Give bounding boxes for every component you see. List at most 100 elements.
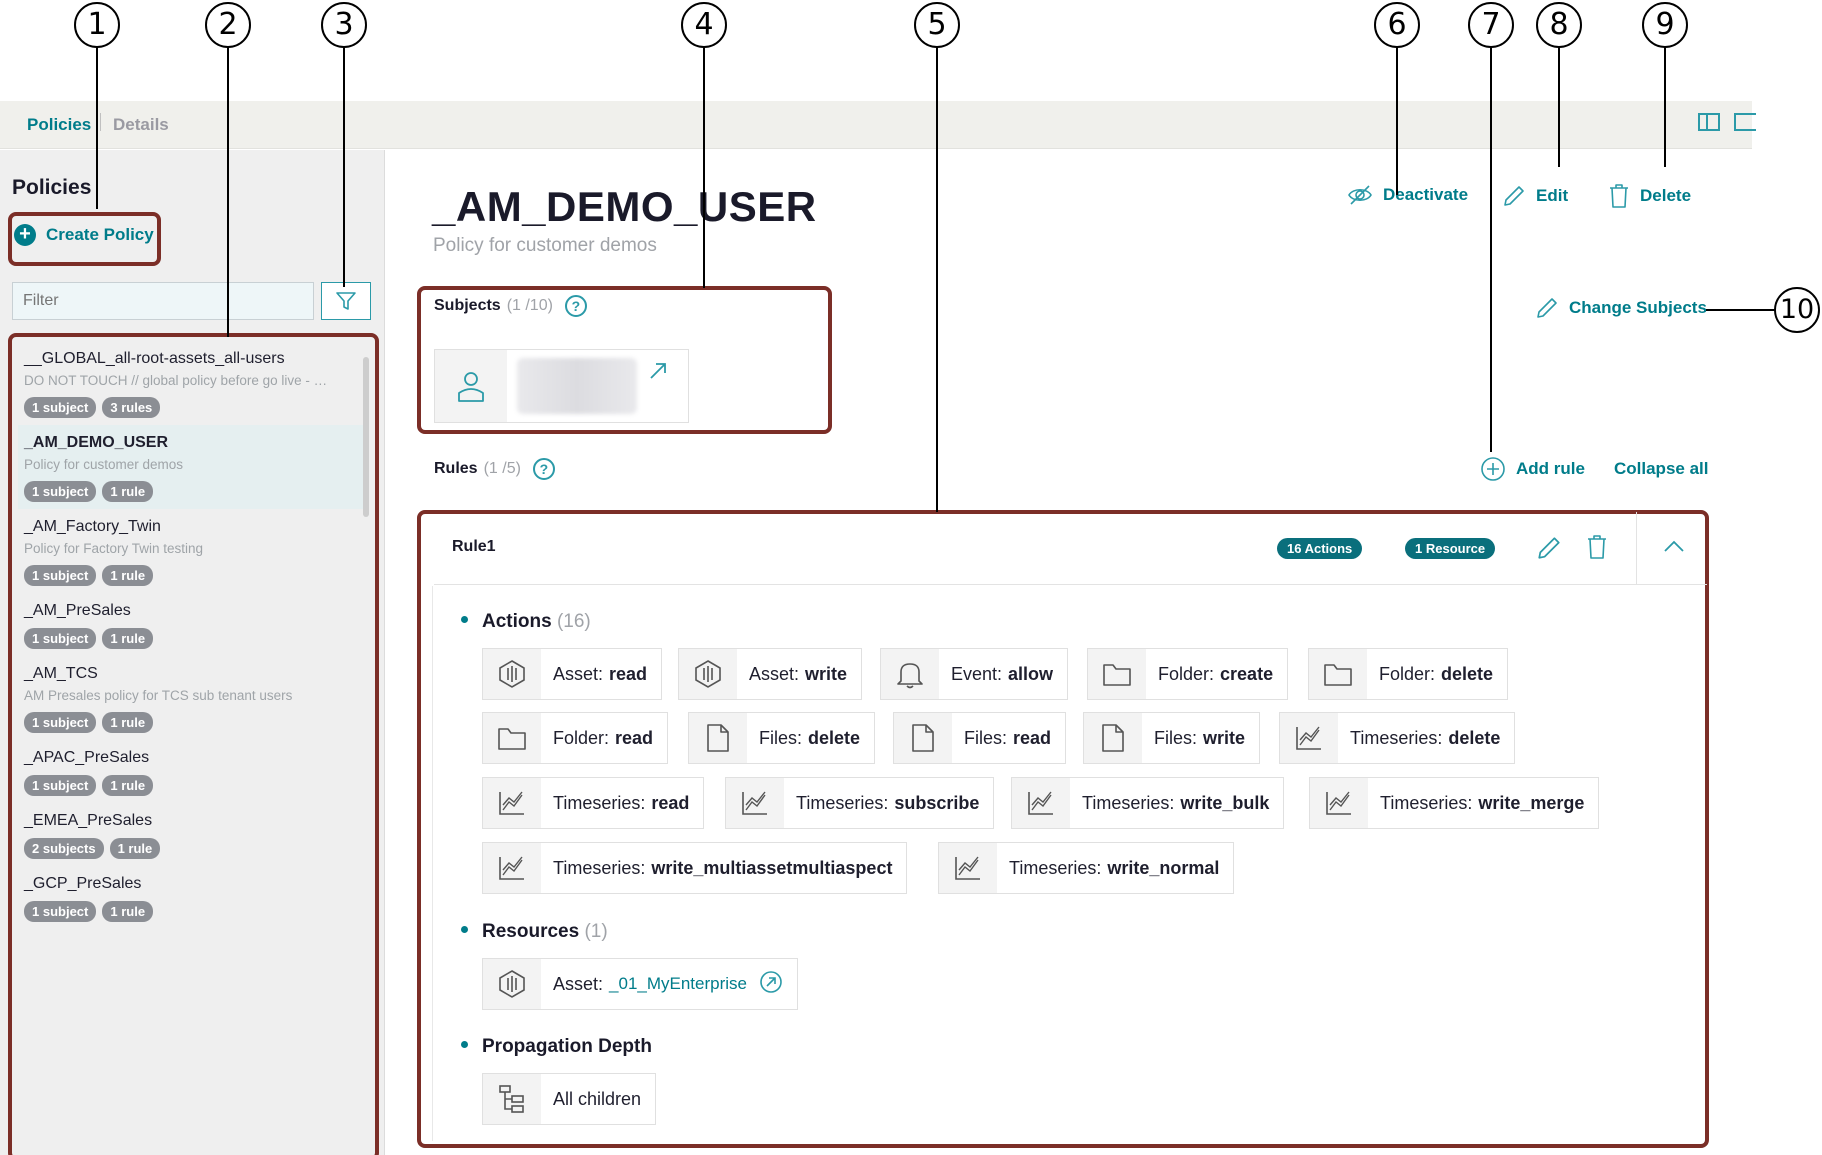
change-subjects-button[interactable]: Change Subjects (1535, 296, 1707, 320)
action-permission: delete (1441, 663, 1494, 684)
policy-item[interactable]: _EMEA_PreSales 2 subjects 1 rule (18, 803, 368, 866)
policy-name: _AM_Factory_Twin (24, 518, 161, 535)
trash-icon (1610, 184, 1628, 208)
plus-icon: + (14, 224, 36, 246)
folder-icon (483, 713, 541, 763)
policy-item[interactable]: _APAC_PreSales 1 subject 1 rule (18, 740, 368, 803)
resource-link[interactable]: _01_MyEnterprise (609, 974, 747, 994)
action-type: Event: (951, 663, 1003, 684)
collapse-rule-button[interactable] (1662, 538, 1686, 559)
list-scrollbar[interactable] (363, 357, 369, 517)
filter-input[interactable] (12, 282, 314, 320)
policy-name: _GCP_PreSales (24, 875, 142, 892)
help-icon[interactable]: ? (564, 295, 587, 317)
action-permission: read (615, 727, 654, 748)
page-title: _AM_DEMO_USER (432, 183, 817, 230)
rule-collapse-divider (1636, 512, 1637, 584)
action-type: Files: (1154, 727, 1198, 748)
subject-badge: 1 subject (24, 565, 97, 586)
action-type: Files: (964, 727, 1008, 748)
trash-icon (1588, 535, 1606, 559)
delete-button[interactable]: Delete (1608, 183, 1691, 209)
policy-item[interactable]: _AM_PreSales 1 subject 1 rule (18, 593, 368, 656)
callout-7: 7 (1468, 2, 1514, 48)
policy-item[interactable]: _AM_TCS AM Presales policy for TCS sub t… (18, 656, 368, 740)
action-permission: read (651, 792, 690, 813)
open-link-icon[interactable] (759, 970, 783, 999)
policy-item[interactable]: _GCP_PreSales 1 subject 1 rule (18, 866, 368, 929)
rules-header: Rules (1 /5) ? (434, 458, 555, 480)
policy-name: __GLOBAL_all-root-assets_all-users (24, 350, 285, 367)
tab-policies[interactable]: Policies (27, 115, 91, 135)
action-chip: Timeseries: write_multiassetmultiaspect (482, 842, 908, 894)
create-policy-button[interactable]: + Create Policy (14, 224, 154, 246)
subjects-count: (1 /10) (506, 297, 553, 314)
bullet (461, 1041, 468, 1048)
timeseries-icon (726, 778, 784, 828)
resources-label: Resources (482, 921, 580, 942)
file-icon (689, 713, 747, 763)
action-type: Folder: (553, 727, 610, 748)
filter-button[interactable] (321, 282, 371, 320)
timeseries-icon (1310, 778, 1368, 828)
add-rule-button[interactable]: Add rule (1480, 456, 1585, 482)
policy-name: _EMEA_PreSales (24, 812, 153, 829)
edit-button[interactable]: Edit (1502, 184, 1568, 208)
rules-badge: 1 rule (102, 712, 154, 733)
actions-label: Actions (482, 611, 552, 632)
asset-icon (483, 959, 541, 1009)
subject-name-redacted (517, 358, 637, 414)
action-type: Asset: (553, 663, 604, 684)
rules-badge: 1 rule (102, 901, 154, 922)
action-permission: write_multiassetmultiaspect (651, 857, 893, 878)
action-chip: Timeseries: write_normal (938, 842, 1235, 894)
single-view-icon[interactable] (1734, 113, 1756, 131)
rules-badge: 1 rule (109, 838, 161, 859)
callout-1: 1 (74, 2, 120, 48)
action-permission: allow (1008, 663, 1054, 684)
action-type: Folder: (1379, 663, 1436, 684)
edit-label: Edit (1536, 186, 1569, 205)
action-permission: read (609, 663, 648, 684)
rule-delete-button[interactable] (1586, 534, 1608, 565)
help-icon[interactable]: ? (532, 458, 555, 480)
split-view-icon[interactable] (1698, 113, 1720, 131)
subject-card[interactable] (434, 349, 689, 423)
action-chip: Folder: read (482, 712, 669, 764)
action-chip: Files: write (1083, 712, 1261, 764)
tab-separator (100, 113, 101, 131)
plus-circle-icon (1481, 457, 1505, 481)
action-type: Timeseries: (1009, 857, 1102, 878)
action-permission: write_bulk (1180, 792, 1270, 813)
resources-header: Resources (1) (482, 921, 608, 943)
action-chip: Folder: delete (1308, 648, 1509, 700)
external-link-icon[interactable] (647, 360, 669, 387)
action-type: Timeseries: (553, 792, 646, 813)
propagation-value: All children (553, 1088, 642, 1109)
filter-icon (336, 292, 356, 310)
action-type: Timeseries: (1082, 792, 1175, 813)
tab-details[interactable]: Details (113, 115, 169, 135)
callout-6: 6 (1374, 2, 1420, 48)
subject-badge: 2 subjects (24, 838, 104, 859)
collapse-all-button[interactable]: Collapse all (1614, 459, 1708, 479)
policy-item[interactable]: __GLOBAL_all-root-assets_all-users DO NO… (18, 341, 368, 425)
rule-edit-button[interactable] (1536, 535, 1562, 566)
deactivate-button[interactable]: Deactivate (1347, 184, 1468, 206)
policy-item-selected[interactable]: _AM_DEMO_USER Policy for customer demos … (18, 425, 368, 509)
action-type: Timeseries: (796, 792, 889, 813)
asset-icon (679, 649, 737, 699)
actions-header: Actions (16) (482, 611, 591, 633)
policy-name: _AM_TCS (24, 665, 98, 682)
callout-4: 4 (681, 2, 727, 48)
rule-rail (432, 586, 433, 1141)
action-type: Timeseries: (1380, 792, 1473, 813)
create-policy-label: Create Policy (46, 225, 154, 244)
action-permission: create (1220, 663, 1274, 684)
policy-item[interactable]: _AM_Factory_Twin Policy for Factory Twin… (18, 509, 368, 593)
action-chip: Timeseries: subscribe (725, 777, 995, 829)
policy-name: _AM_PreSales (24, 602, 131, 619)
action-chip: Timeseries: delete (1279, 712, 1516, 764)
subject-badge: 1 subject (24, 775, 97, 796)
action-chip: Event: allow (880, 648, 1069, 700)
